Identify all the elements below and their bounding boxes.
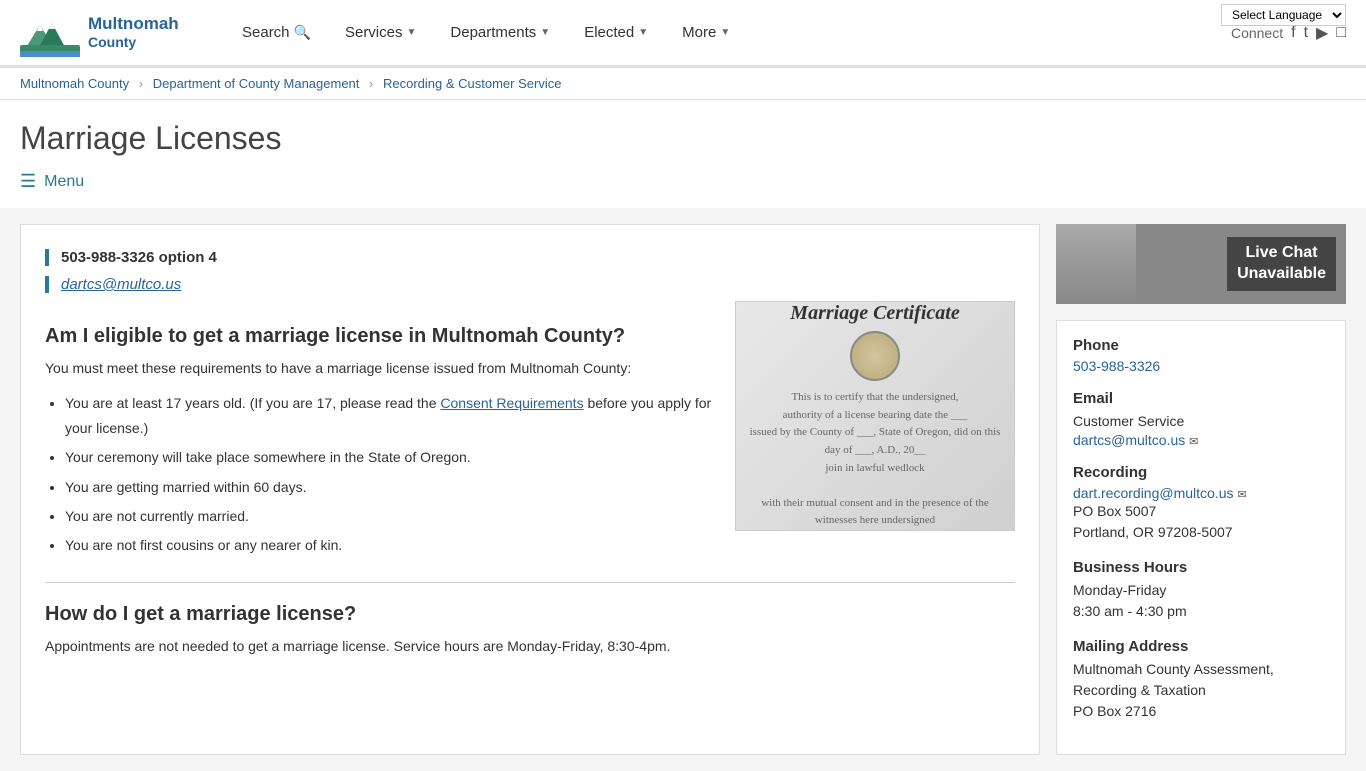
eligibility-section: Am I eligible to get a marriage license …	[45, 301, 1015, 562]
list-item-text: You are not first cousins or any nearer …	[65, 537, 342, 553]
list-item: You are not first cousins or any nearer …	[65, 533, 715, 558]
list-item: You are getting married within 60 days.	[65, 475, 715, 500]
instagram-icon[interactable]: □	[1336, 24, 1346, 42]
sidebar-contact-card: Phone 503-988-3326 Email Customer Servic…	[1056, 320, 1346, 755]
contact-email-block: dartcs@multco.us	[45, 276, 1015, 293]
breadcrumb-service-link[interactable]: Recording & Customer Service	[383, 76, 561, 91]
chevron-down-icon: ▼	[407, 27, 417, 38]
nav-services-label: Services	[345, 24, 403, 41]
language-select[interactable]: Select Language	[1221, 4, 1346, 26]
list-item-text: Your ceremony will take place somewhere …	[65, 449, 471, 465]
email-verified-icon: ✉	[1189, 436, 1198, 448]
section-divider	[45, 582, 1015, 583]
contact-email-link[interactable]: dartcs@multco.us	[61, 276, 181, 293]
list-item-text: You are getting married within 60 days.	[65, 479, 307, 495]
live-chat-status: Live Chat Unavailable	[1227, 237, 1336, 291]
breadcrumb-separator: ›	[369, 76, 373, 91]
live-chat-line1: Live Chat	[1246, 244, 1318, 261]
sidebar: Live Chat Unavailable Phone 503-988-3326…	[1056, 224, 1346, 755]
sidebar-phone-link[interactable]: 503-988-3326	[1073, 358, 1160, 374]
logo-name-line1: Multnomah	[88, 14, 179, 34]
nav-elected-label: Elected	[584, 24, 634, 41]
contact-phone-block: 503-988-3326 option 4	[45, 249, 1015, 266]
logo-name-line2: County	[88, 34, 179, 51]
sidebar-mailing-line3: PO Box 2716	[1073, 701, 1329, 722]
sidebar-recording-address2: Portland, OR 97208-5007	[1073, 522, 1329, 543]
cert-body-text: This is to certify that the undersigned,…	[750, 389, 1001, 530]
nav-more-label: More	[682, 24, 716, 41]
sidebar-mailing-label: Mailing Address	[1073, 638, 1329, 655]
sidebar-hours-section: Business Hours Monday-Friday 8:30 am - 4…	[1073, 559, 1329, 622]
list-item: You are at least 17 years old. (If you a…	[65, 391, 715, 441]
site-logo[interactable]: Multnomah County	[20, 7, 200, 59]
breadcrumb-separator: ›	[139, 76, 143, 91]
facebook-icon[interactable]: f	[1291, 24, 1295, 42]
chevron-down-icon: ▼	[540, 27, 550, 38]
eligibility-intro: You must meet these requirements to have…	[45, 358, 715, 379]
page-title: Marriage Licenses	[20, 120, 1346, 157]
eligibility-text-area: Am I eligible to get a marriage license …	[45, 301, 715, 562]
sidebar-phone-label: Phone	[1073, 337, 1329, 354]
nav-search-label: Search	[242, 24, 290, 41]
list-item: You are not currently married.	[65, 504, 715, 529]
breadcrumb-home-link[interactable]: Multnomah County	[20, 76, 129, 91]
sidebar-hours-label: Business Hours	[1073, 559, 1329, 576]
menu-label: Menu	[44, 173, 84, 191]
search-icon: 🔍	[294, 24, 311, 41]
site-header: Multnomah County Search 🔍 Services ▼ Dep…	[0, 0, 1366, 68]
certificate-image-inner: Marriage Certificate This is to certify …	[750, 302, 1001, 530]
list-item: Your ceremony will take place somewhere …	[65, 445, 715, 470]
main-content: 503-988-3326 option 4 dartcs@multco.us A…	[20, 224, 1040, 755]
language-selector-wrapper: Select Language	[1221, 4, 1346, 26]
live-chat-banner: Live Chat Unavailable	[1056, 224, 1346, 304]
main-navigation: Search 🔍 Services ▼ Departments ▼ Electe…	[230, 16, 1231, 49]
breadcrumb-dept-link[interactable]: Department of County Management	[153, 76, 360, 91]
content-wrapper: 503-988-3326 option 4 dartcs@multco.us A…	[0, 208, 1366, 771]
how-to-text: Appointments are not needed to get a mar…	[45, 636, 1015, 657]
email-verified-icon2: ✉	[1237, 489, 1246, 501]
chevron-down-icon: ▼	[720, 27, 730, 38]
sidebar-recording-label: Recording	[1073, 464, 1329, 481]
how-to-heading: How do I get a marriage license?	[45, 603, 1015, 626]
live-chat-line2: Unavailable	[1237, 265, 1326, 282]
sidebar-recording-email-link[interactable]: dart.recording@multco.us	[1073, 485, 1234, 501]
sidebar-email-section: Email Customer Service dartcs@multco.us …	[1073, 390, 1329, 448]
nav-more[interactable]: More ▼	[670, 16, 742, 49]
menu-icon: ☰	[20, 171, 36, 192]
page-title-area: Marriage Licenses ☰ Menu	[0, 100, 1366, 208]
sidebar-hours-days: Monday-Friday	[1073, 580, 1329, 601]
certificate-image: Marriage Certificate This is to certify …	[735, 301, 1015, 531]
sidebar-email-label: Email	[1073, 390, 1329, 407]
sidebar-email-customer-service-label: Customer Service	[1073, 411, 1329, 432]
sidebar-phone-section: Phone 503-988-3326	[1073, 337, 1329, 374]
sidebar-mailing-line2: Recording & Taxation	[1073, 680, 1329, 701]
nav-search[interactable]: Search 🔍	[230, 16, 323, 49]
breadcrumb: Multnomah County › Department of County …	[0, 68, 1366, 100]
nav-elected[interactable]: Elected ▼	[572, 16, 660, 49]
chevron-down-icon: ▼	[638, 27, 648, 38]
sidebar-email-link[interactable]: dartcs@multco.us	[1073, 432, 1185, 448]
list-item-text: You are not currently married.	[65, 508, 249, 524]
how-to-section: How do I get a marriage license? Appoint…	[45, 603, 1015, 657]
nav-departments[interactable]: Departments ▼	[438, 16, 562, 49]
consent-requirements-link[interactable]: Consent Requirements	[440, 395, 583, 411]
cert-title: Marriage Certificate	[750, 302, 1001, 325]
section-menu-toggle[interactable]: ☰ Menu	[20, 171, 1346, 198]
live-chat-person-image	[1056, 224, 1136, 304]
sidebar-recording-section: Recording dart.recording@multco.us ✉ PO …	[1073, 464, 1329, 543]
sidebar-recording-address1: PO Box 5007	[1073, 501, 1329, 522]
contact-phone: 503-988-3326 option 4	[61, 249, 1015, 266]
nav-services[interactable]: Services ▼	[333, 16, 428, 49]
nav-departments-label: Departments	[450, 24, 536, 41]
list-item-text: You are at least 17 years old. (If you a…	[65, 395, 440, 411]
connect-label: Connect	[1231, 25, 1283, 41]
sidebar-hours-time: 8:30 am - 4:30 pm	[1073, 601, 1329, 622]
eligibility-list: You are at least 17 years old. (If you a…	[65, 391, 715, 558]
cert-seal	[850, 331, 900, 381]
eligibility-heading: Am I eligible to get a marriage license …	[45, 325, 715, 348]
sidebar-mailing-section: Mailing Address Multnomah County Assessm…	[1073, 638, 1329, 722]
twitter-icon[interactable]: t	[1304, 24, 1308, 42]
sidebar-mailing-line1: Multnomah County Assessment,	[1073, 659, 1329, 680]
